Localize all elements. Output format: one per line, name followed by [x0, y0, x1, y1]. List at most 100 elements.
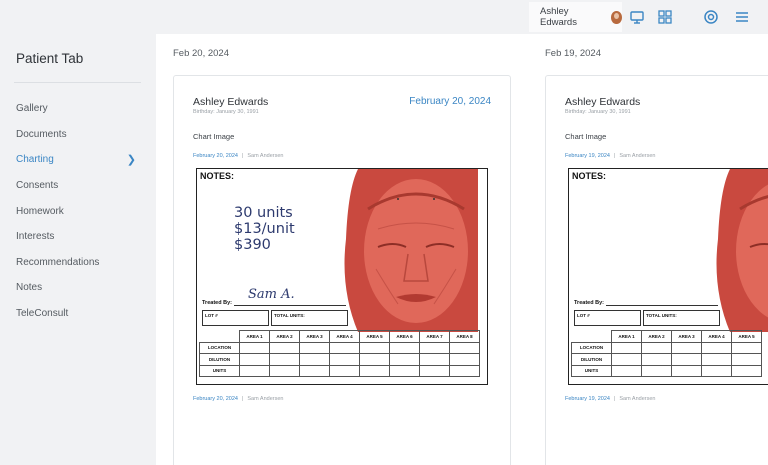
table-row: DILUTION	[199, 353, 480, 366]
target-icon[interactable]	[703, 9, 719, 25]
user-name: Ashley Edwards	[540, 6, 577, 28]
areas-table: AREA 1 AREA 2 AREA 3 AREA 4 AREA 5 AREA …	[199, 330, 480, 377]
table-row: UNITS	[199, 364, 480, 377]
day-label: Feb 20, 2024	[173, 48, 229, 59]
sidebar-item-label: TeleConsult	[16, 308, 69, 320]
chart-label: Chart Image	[193, 132, 235, 141]
sidebar-item-label: Gallery	[16, 103, 48, 115]
area-header: AREA 2	[641, 330, 672, 343]
treated-by-line	[234, 305, 346, 306]
area-header: AREA 6	[389, 330, 420, 343]
sidebar-item-recommendations[interactable]: Recommendations	[16, 250, 140, 276]
sidebar-title: Patient Tab	[16, 51, 84, 66]
face-diagram	[710, 169, 768, 332]
meta-separator: |	[613, 396, 616, 402]
meta-author: Sam Andersen	[247, 396, 284, 402]
meta-date: February 19, 2024	[565, 396, 610, 402]
sidebar-item-notes[interactable]: Notes	[16, 275, 140, 301]
menu-icon[interactable]	[734, 9, 750, 25]
area-header: AREA 2	[269, 330, 300, 343]
day-label: Feb 19, 2024	[545, 48, 601, 59]
table-corner	[200, 331, 240, 343]
sidebar-item-charting[interactable]: Charting ❯	[16, 147, 140, 173]
patient-name: Ashley Edwards	[193, 96, 269, 108]
treated-by-label: Treated By:	[574, 300, 604, 306]
note-line: $390	[234, 237, 271, 253]
sidebar-item-homework[interactable]: Homework	[16, 198, 140, 224]
chevron-right-icon: ❯	[126, 154, 136, 167]
treated-by-label: Treated By:	[202, 300, 232, 306]
monitor-icon[interactable]	[629, 9, 645, 25]
sidebar-item-gallery[interactable]: Gallery	[16, 96, 140, 122]
sidebar: Patient Tab Gallery Documents Charting ❯ …	[0, 34, 156, 465]
chart-meta: February 20, 2024 | Sam Andersen	[193, 153, 283, 159]
note-line: 30 units	[234, 205, 293, 221]
sidebar-item-label: Interests	[16, 231, 55, 243]
lot-field: LOT #	[202, 310, 269, 326]
sidebar-item-interests[interactable]: Interests	[16, 224, 140, 250]
row-header: DILUTION	[571, 353, 612, 366]
sidebar-item-label: Homework	[16, 205, 64, 217]
meta-author: Sam Andersen	[619, 396, 656, 402]
chart-date: February 20, 2024	[409, 96, 491, 107]
table-row: UNITS	[571, 364, 762, 377]
patient-birthday: Birthday: January 30, 1991	[193, 109, 259, 115]
grid-icon[interactable]	[657, 9, 673, 25]
chart-meta: February 19, 2024 | Sam Andersen	[565, 153, 655, 159]
top-bar: Ashley Edwards	[0, 0, 768, 34]
sidebar-item-label: Charting	[16, 154, 54, 166]
chart-meta-footer: February 19, 2024 | Sam Andersen	[565, 396, 655, 402]
meta-author: Sam Andersen	[247, 153, 284, 159]
area-header: AREA 1	[239, 330, 270, 343]
sidebar-item-label: Documents	[16, 128, 67, 140]
face-diagram	[338, 169, 487, 332]
sidebar-item-documents[interactable]: Documents	[16, 122, 140, 148]
row-header: LOCATION	[199, 341, 240, 354]
main-content: Feb 20, 2024 Ashley Edwards Birthday: Ja…	[156, 34, 768, 465]
meta-date: February 20, 2024	[193, 153, 238, 159]
notes-label: NOTES:	[200, 171, 235, 181]
chart-image[interactable]: NOTES: Treated By: LOT # TOTAL UNITS: AR…	[568, 168, 768, 385]
sidebar-item-consents[interactable]: Consents	[16, 173, 140, 199]
area-header: AREA 4	[329, 330, 360, 343]
avatar	[611, 10, 622, 24]
meta-date: February 19, 2024	[565, 153, 610, 159]
area-header: AREA 5	[359, 330, 390, 343]
sidebar-item-label: Notes	[16, 282, 43, 294]
row-header: UNITS	[199, 364, 240, 377]
user-menu[interactable]: Ashley Edwards	[529, 2, 622, 32]
patient-birthday: Birthday: January 30, 1991	[565, 109, 631, 115]
chart-card[interactable]: Ashley Edwards Birthday: January 30, 199…	[545, 75, 768, 465]
table-row: LOCATION	[571, 341, 762, 354]
row-header: UNITS	[571, 364, 612, 377]
table-row: LOCATION	[199, 341, 480, 354]
area-header: AREA 7	[419, 330, 450, 343]
total-units-field: TOTAL UNITS:	[271, 310, 348, 326]
meta-separator: |	[241, 396, 244, 402]
sidebar-item-label: Recommendations	[16, 256, 100, 268]
row-header: LOCATION	[571, 341, 612, 354]
area-header: AREA 8	[449, 330, 480, 343]
chart-image[interactable]: NOTES: 30 units $13/unit $390 Treated By…	[196, 168, 488, 385]
table-corner	[572, 331, 612, 343]
areas-table: AREA 1 AREA 2 AREA 3 AREA 4 AREA 5 LOCAT…	[571, 330, 762, 377]
patient-name: Ashley Edwards	[565, 96, 641, 108]
chart-meta-footer: February 20, 2024 | Sam Andersen	[193, 396, 283, 402]
lot-field: LOT #	[574, 310, 641, 326]
note-line: $13/unit	[234, 221, 295, 237]
meta-author: Sam Andersen	[619, 153, 656, 159]
table-row: DILUTION	[571, 353, 762, 366]
area-header: AREA 4	[701, 330, 732, 343]
chart-card[interactable]: Ashley Edwards Birthday: January 30, 199…	[173, 75, 511, 465]
area-header: AREA 1	[611, 330, 642, 343]
notes-label: NOTES:	[572, 171, 607, 181]
area-header: AREA 3	[299, 330, 330, 343]
sidebar-item-label: Consents	[16, 180, 59, 192]
meta-separator: |	[241, 153, 244, 159]
meta-separator: |	[613, 153, 616, 159]
chart-label: Chart Image	[565, 132, 607, 141]
sidebar-divider	[14, 82, 141, 83]
sidebar-item-teleconsult[interactable]: TeleConsult	[16, 301, 140, 327]
total-units-field: TOTAL UNITS:	[643, 310, 720, 326]
sidebar-nav: Gallery Documents Charting ❯ Consents Hom…	[16, 96, 140, 326]
